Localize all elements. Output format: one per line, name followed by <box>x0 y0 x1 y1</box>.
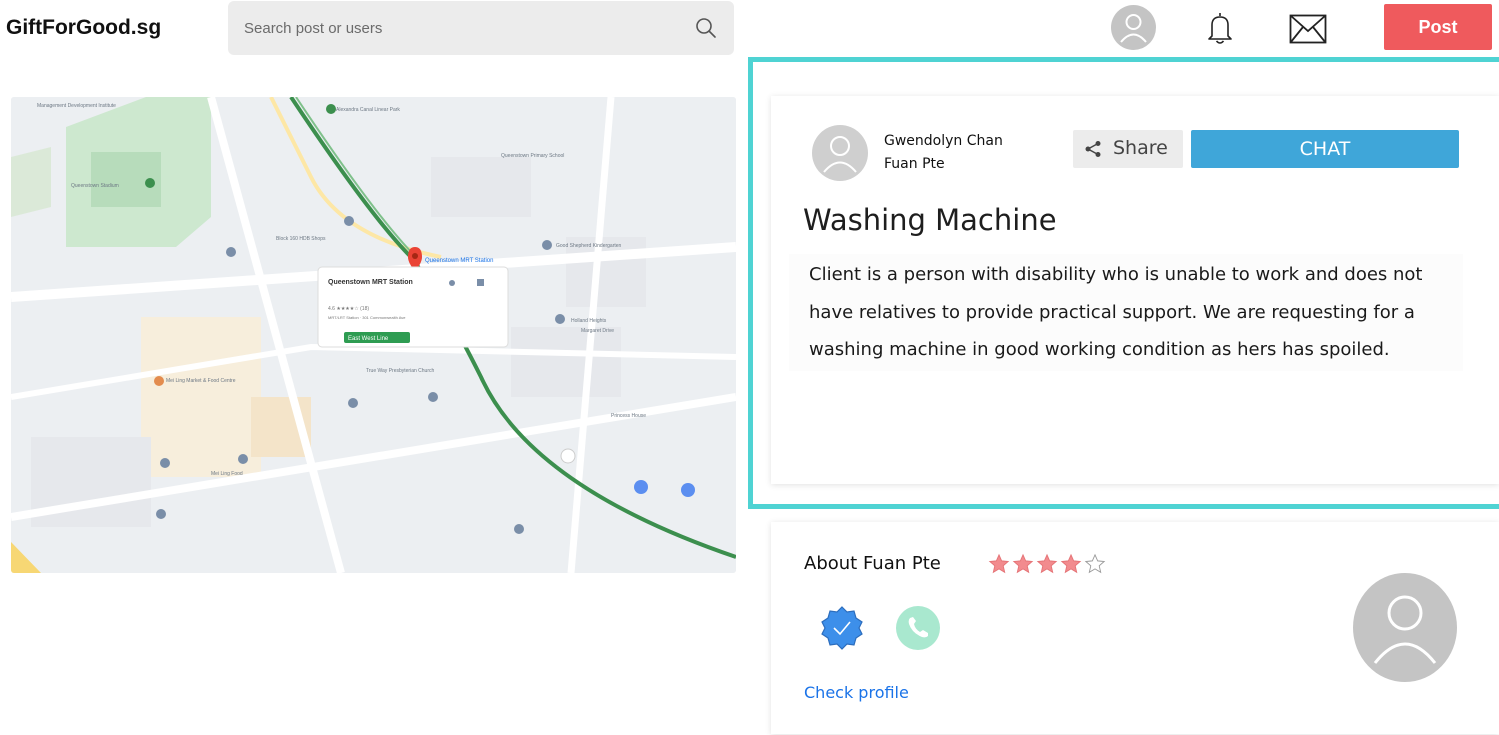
post-description: Client is a person with disability who i… <box>789 254 1463 371</box>
map-label: Good Shepherd Kindergarten <box>556 243 622 249</box>
post-title: Washing Machine <box>803 203 1057 237</box>
poster-organization: Fuan Pte <box>884 156 945 172</box>
post-button[interactable]: Post <box>1384 4 1492 50</box>
verified-badge-icon <box>821 606 863 650</box>
star-filled-icon <box>988 553 1010 574</box>
mail-icon[interactable] <box>1289 14 1327 44</box>
chat-button[interactable]: CHAT <box>1191 130 1459 168</box>
user-avatar-icon[interactable] <box>1111 5 1156 50</box>
organization-avatar-icon[interactable] <box>1353 573 1457 682</box>
map-label: Alexandra Canal Linear Park <box>336 107 400 113</box>
star-filled-icon <box>1012 553 1034 574</box>
map-label: Management Development Institute <box>37 103 116 109</box>
star-filled-icon <box>1036 553 1058 574</box>
phone-icon[interactable] <box>895 605 941 651</box>
map-label: Queenstown Primary School <box>501 153 564 159</box>
map-popup-badge: East West Line <box>348 336 389 342</box>
map-label: Mei Ling Food <box>211 471 243 477</box>
map-label: Mei Ling Market & Food Centre <box>166 378 236 384</box>
location-map[interactable]: Queenstown MRT Station Queenstown MRT St… <box>11 97 736 573</box>
map-label: True Way Presbyterian Church <box>366 368 434 374</box>
search-input[interactable] <box>244 1 684 55</box>
bell-icon[interactable] <box>1206 10 1234 46</box>
poster-avatar-icon[interactable] <box>812 125 868 181</box>
check-profile-link[interactable]: Check profile <box>804 683 909 702</box>
search-icon[interactable] <box>694 16 718 40</box>
share-label: Share <box>1113 137 1168 159</box>
map-popup-sub: MRT/LRT Station · 301 Commonwealth Ave <box>328 315 406 320</box>
search-bar[interactable] <box>228 1 734 55</box>
star-empty-icon <box>1084 553 1106 574</box>
map-label: Block 160 HDB Shops <box>276 236 326 242</box>
map-label: Queenstown Stadium <box>71 183 119 189</box>
share-icon <box>1085 141 1101 157</box>
map-label: Holland Heights <box>571 318 607 324</box>
share-button[interactable]: Share <box>1073 130 1183 168</box>
site-logo[interactable]: GiftForGood.sg <box>6 16 161 40</box>
poster-name[interactable]: Gwendolyn Chan <box>884 133 1003 149</box>
map-label: Margaret Drive <box>581 328 614 334</box>
about-title: About Fuan Pte <box>804 553 941 574</box>
star-filled-icon <box>1060 553 1082 574</box>
map-popup-title: Queenstown MRT Station <box>328 279 413 286</box>
map-pin-label: Queenstown MRT Station <box>425 258 493 264</box>
map-popup-rating: 4.6 ★★★★☆ (18) <box>328 306 369 312</box>
rating-stars <box>988 553 1106 575</box>
map-label: Princess House <box>611 413 646 419</box>
